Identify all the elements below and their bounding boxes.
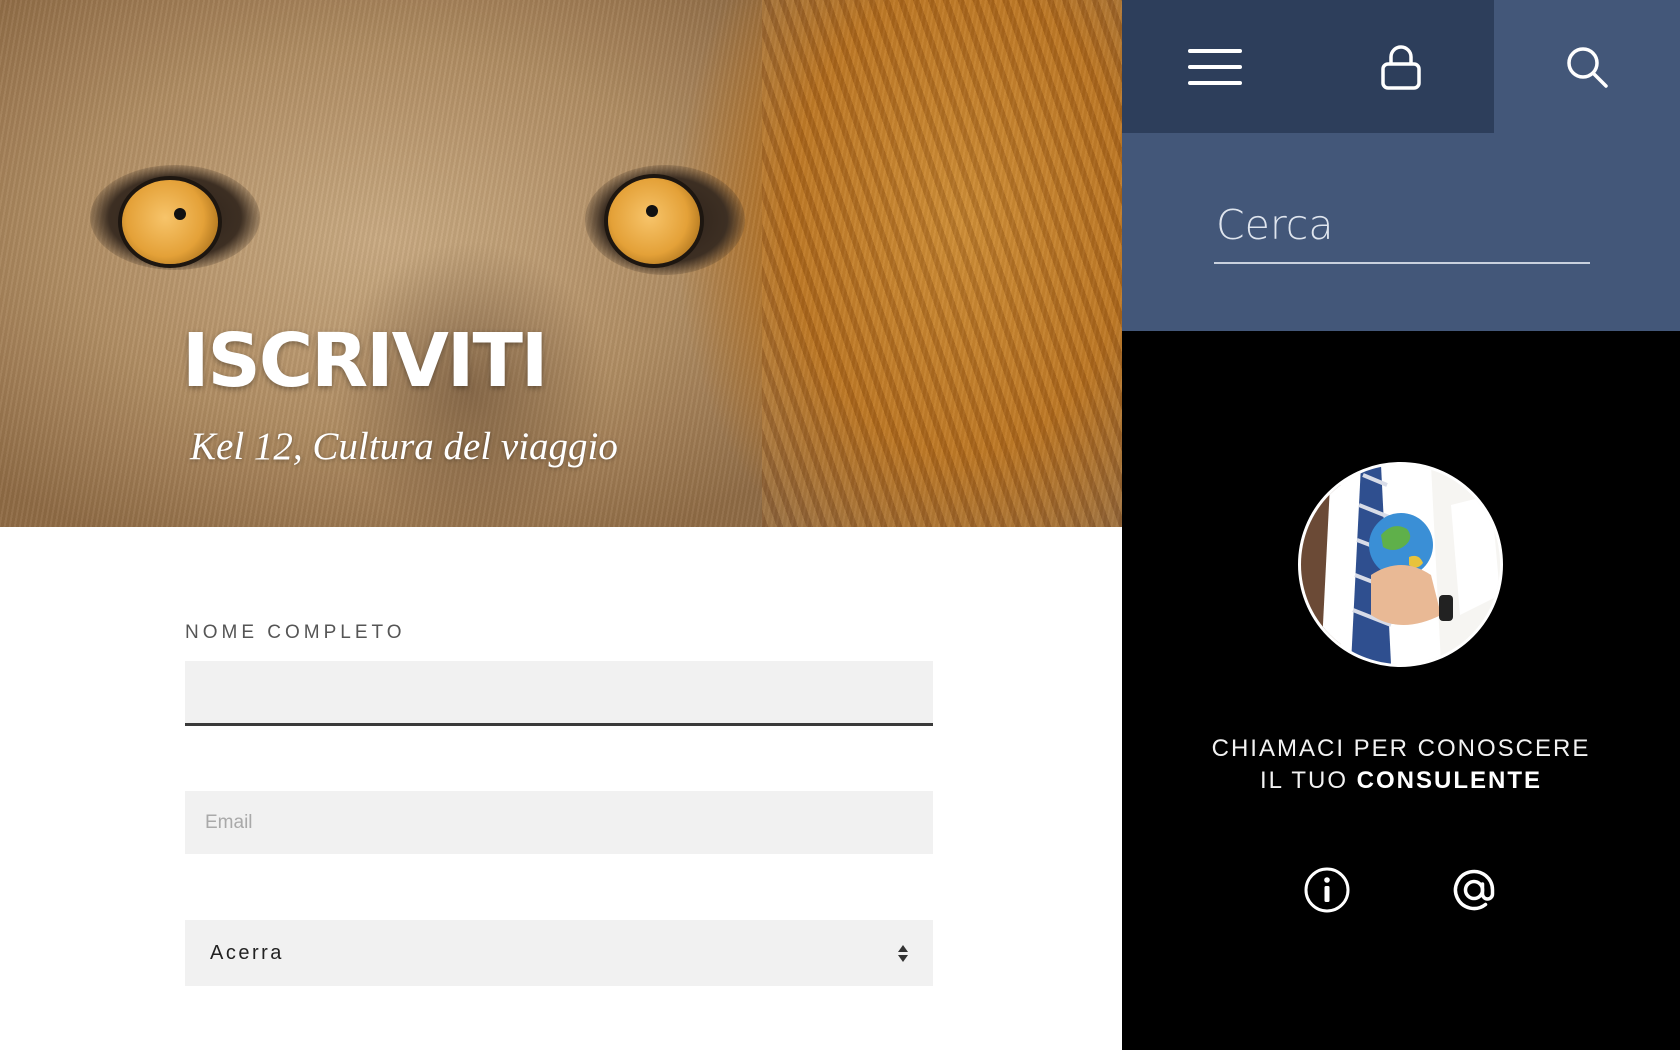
page-subtitle: Kel 12, Cultura del viaggio bbox=[190, 425, 618, 468]
consultant-photo bbox=[1301, 465, 1500, 664]
email-button[interactable] bbox=[1450, 866, 1498, 914]
email-field[interactable] bbox=[185, 791, 933, 854]
lion-right-pupil bbox=[646, 205, 658, 217]
search-input[interactable] bbox=[1214, 190, 1594, 260]
city-select-value: Acerra bbox=[210, 941, 284, 964]
city-select[interactable]: Acerra bbox=[185, 920, 933, 986]
contact-consultant-text: CHIAMACI PER CONOSCERE IL TUO CONSULENTE bbox=[1122, 733, 1680, 797]
at-sign-icon bbox=[1453, 869, 1495, 911]
select-arrows-icon bbox=[898, 944, 908, 962]
lion-left-eye bbox=[122, 180, 218, 264]
lion-left-pupil bbox=[174, 208, 186, 220]
menu-button[interactable] bbox=[1122, 0, 1308, 133]
cta-line-2-strong: CONSULENTE bbox=[1356, 767, 1543, 794]
consultant-avatar bbox=[1298, 462, 1503, 667]
cta-line-2-prefix: IL TUO bbox=[1259, 767, 1348, 794]
lion-mane bbox=[762, 0, 1122, 527]
hamburger-menu-icon bbox=[1188, 48, 1242, 85]
search-field-wrapper bbox=[1214, 190, 1594, 264]
cta-line-2: IL TUO CONSULENTE bbox=[1122, 765, 1680, 797]
search-button[interactable] bbox=[1494, 0, 1680, 133]
search-icon bbox=[1567, 46, 1608, 88]
side-panel: CHIAMACI PER CONOSCERE IL TUO CONSULENTE bbox=[1122, 0, 1680, 1050]
lock-icon bbox=[1381, 44, 1421, 90]
hero-banner: ISCRIVITI Kel 12, Cultura del viaggio bbox=[0, 0, 1122, 527]
full-name-field[interactable] bbox=[185, 661, 933, 726]
cta-line-1: CHIAMACI PER CONOSCERE bbox=[1211, 735, 1591, 762]
page-title: ISCRIVITI bbox=[182, 318, 548, 404]
full-name-label: NOME COMPLETO bbox=[185, 622, 406, 643]
info-button[interactable] bbox=[1303, 866, 1351, 914]
login-button[interactable] bbox=[1308, 0, 1494, 133]
lion-right-eye bbox=[608, 178, 700, 264]
info-icon bbox=[1304, 867, 1350, 913]
